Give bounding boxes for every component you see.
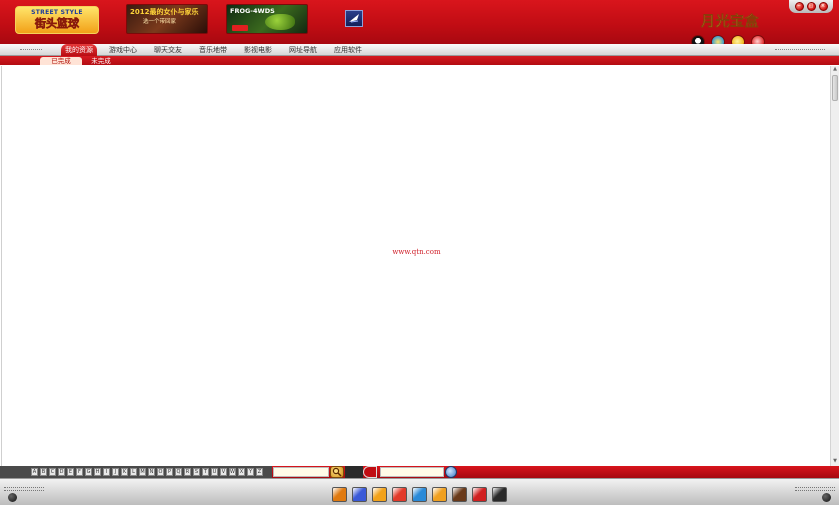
letter-button-u[interactable]: U	[211, 468, 218, 476]
app-logo[interactable]: STREET STYLE 街头篮球	[15, 6, 99, 34]
dock-grip-right	[795, 487, 835, 491]
tab-web-nav[interactable]: 网址导航	[286, 44, 320, 56]
scroll-down-icon[interactable]: ▼	[831, 458, 839, 465]
app4-icon[interactable]	[392, 487, 407, 502]
letter-button-r[interactable]: R	[184, 468, 191, 476]
content-area: www.qtn.com	[1, 66, 830, 466]
main-nav: 我的资源 游戏中心 聊天交友 音乐地带 影视电影 网址导航 应用软件	[0, 44, 839, 56]
app7-icon[interactable]	[452, 487, 467, 502]
letter-button-v[interactable]: V	[220, 468, 227, 476]
minimize-button[interactable]: −	[794, 2, 804, 11]
tab-movies[interactable]: 影视电影	[241, 44, 275, 56]
bottom-toolbar: ABCDEFGHIJKLMNOPQRSTUVWXYZ	[0, 466, 839, 478]
tab-completed[interactable]: 已完成	[40, 57, 82, 65]
letter-button-t[interactable]: T	[202, 468, 209, 476]
app9-icon[interactable]	[492, 487, 507, 502]
app6-icon[interactable]	[432, 487, 447, 502]
tab-incomplete[interactable]: 未完成	[86, 57, 116, 65]
ad-banner-1[interactable]: 2012最的女仆与家乐 选一个带回家	[126, 4, 208, 34]
letter-button-m[interactable]: M	[139, 468, 146, 476]
app8-icon[interactable]	[472, 487, 487, 502]
letter-button-n[interactable]: N	[148, 468, 155, 476]
tab-chat[interactable]: 聊天交友	[151, 44, 185, 56]
ad-banner-2-tag	[232, 25, 248, 31]
app-dock	[0, 478, 839, 505]
letter-button-o[interactable]: O	[157, 468, 164, 476]
app1-icon[interactable]	[332, 487, 347, 502]
letter-button-w[interactable]: W	[229, 468, 236, 476]
tab-music[interactable]: 音乐地带	[196, 44, 230, 56]
letter-button-x[interactable]: X	[238, 468, 245, 476]
dock-knob-left-icon[interactable]	[8, 493, 17, 502]
ad-banner-1-subtitle: 选一个带回家	[143, 19, 177, 25]
scroll-thumb[interactable]	[832, 75, 838, 101]
search-button[interactable]	[330, 466, 344, 478]
scroll-up-icon[interactable]: ▲	[831, 66, 839, 73]
window-controls: − □ ×	[789, 0, 833, 13]
dock-grip-left	[4, 487, 44, 491]
toolbar-separator	[345, 466, 363, 478]
ad-banner-2-title: FROG-4WDS	[230, 7, 275, 15]
app5-icon[interactable]	[412, 487, 427, 502]
letter-button-g[interactable]: G	[85, 468, 92, 476]
url-input[interactable]	[380, 467, 444, 477]
letter-button-i[interactable]: I	[103, 468, 110, 476]
letter-button-q[interactable]: Q	[175, 468, 182, 476]
letter-button-b[interactable]: B	[40, 468, 47, 476]
letter-button-a[interactable]: A	[31, 468, 38, 476]
letter-button-j[interactable]: J	[112, 468, 119, 476]
alphabet-index: ABCDEFGHIJKLMNOPQRSTUVWXYZ	[0, 466, 272, 478]
maximize-button[interactable]: □	[806, 2, 816, 11]
letter-button-z[interactable]: Z	[256, 468, 263, 476]
shark-icon[interactable]	[345, 10, 363, 27]
ad-banner-2[interactable]: FROG-4WDS	[226, 4, 308, 34]
tab-software[interactable]: 应用软件	[331, 44, 365, 56]
letter-button-f[interactable]: F	[76, 468, 83, 476]
letter-button-l[interactable]: L	[130, 468, 137, 476]
go-button[interactable]	[445, 466, 457, 478]
letter-button-p[interactable]: P	[166, 468, 173, 476]
letter-button-h[interactable]: H	[94, 468, 101, 476]
nav-decoration-right	[775, 49, 825, 50]
app3-icon[interactable]	[372, 487, 387, 502]
tab-game-center[interactable]: 游戏中心	[106, 44, 140, 56]
frog-image	[265, 14, 295, 30]
nav-decoration-left	[20, 49, 42, 50]
logo-title: 街头篮球	[35, 17, 80, 31]
tab-my-resources[interactable]: 我的资源	[61, 44, 97, 56]
brand-title: 月光宝盒	[701, 14, 759, 30]
dock-knob-right-icon[interactable]	[822, 493, 831, 502]
letter-button-d[interactable]: D	[58, 468, 65, 476]
letter-button-k[interactable]: K	[121, 468, 128, 476]
ad-banner-1-title: 2012最的女仆与家乐	[130, 8, 199, 16]
letter-button-c[interactable]: C	[49, 468, 56, 476]
search-input[interactable]	[273, 467, 329, 477]
site-url-text[interactable]: www.qtn.com	[2, 248, 831, 256]
letter-button-y[interactable]: Y	[247, 468, 254, 476]
letter-button-s[interactable]: S	[193, 468, 200, 476]
sub-tab-bar: 已完成 未完成	[0, 56, 839, 65]
close-button[interactable]: ×	[818, 2, 828, 11]
app2-icon[interactable]	[352, 487, 367, 502]
vertical-scrollbar[interactable]: ▲ ▼	[830, 66, 839, 466]
letter-button-e[interactable]: E	[67, 468, 74, 476]
address-pill	[363, 466, 377, 478]
